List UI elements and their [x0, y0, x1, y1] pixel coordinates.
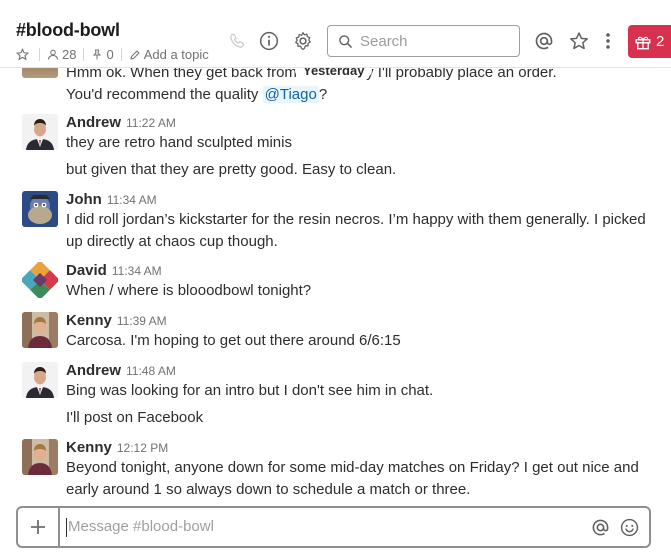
gift-button[interactable]: 2: [628, 25, 671, 58]
message-text: Bing was looking for an intro but I don'…: [66, 382, 434, 399]
message-text: Beyond tonight, anyone down for some mid…: [66, 459, 639, 476]
avatar-andrew[interactable]: [22, 114, 58, 150]
avatar-kenny[interactable]: [22, 439, 58, 475]
avatar[interactable]: [22, 68, 58, 78]
message-text: they are retro hand sculpted minis: [66, 134, 292, 151]
message-text: When / where is blooodbowl tonight?: [66, 282, 312, 299]
gift-count: 2: [656, 33, 665, 50]
avatar-kenny[interactable]: [22, 312, 58, 348]
search-placeholder: Search: [360, 32, 408, 50]
star-outline-icon[interactable]: [16, 48, 29, 61]
message-text: but given that they are pretty good. Eas…: [66, 161, 397, 178]
avatar-david[interactable]: [22, 262, 58, 298]
user-mention[interactable]: @Tiago: [262, 86, 319, 103]
pinned-count[interactable]: 0: [106, 47, 113, 62]
message-composer: Message #blood-bowl: [16, 506, 651, 548]
pin-icon: [91, 48, 103, 61]
message-text: early around 1 so always down to schedul…: [66, 481, 471, 498]
message-author[interactable]: Andrew 11:48 AM: [66, 362, 176, 379]
avatar-andrew[interactable]: [22, 362, 58, 398]
message-author[interactable]: Andrew 11:22 AM: [66, 114, 176, 131]
mention-at-icon[interactable]: [590, 517, 610, 537]
message-text: You'd recommend the quality @Tiago?: [66, 86, 328, 103]
search-icon: [338, 34, 360, 49]
message-author[interactable]: David 11:34 AM: [66, 262, 162, 279]
info-icon[interactable]: [258, 30, 280, 52]
gear-icon[interactable]: [292, 30, 314, 52]
channel-name[interactable]: #blood-bowl: [16, 20, 120, 41]
message-text: Carcosa. I'm hoping to get out there aro…: [66, 332, 401, 349]
member-icon: [47, 48, 59, 61]
more-vertical-icon[interactable]: [597, 30, 619, 52]
message-timestamp[interactable]: 12:12 PM: [117, 441, 168, 455]
gift-icon: [634, 33, 656, 51]
message-author[interactable]: Kenny 11:39 AM: [66, 312, 167, 329]
mentions-at-icon[interactable]: [533, 30, 555, 52]
day-divider[interactable]: Yesterday: [295, 68, 373, 78]
message-input[interactable]: Message #blood-bowl: [68, 518, 214, 535]
message-text: up directly at chaos cup though.: [66, 233, 278, 250]
message-timestamp[interactable]: 11:34 AM: [107, 193, 157, 207]
channel-header: #blood-bowl 28 0 Add a topic Search 2: [0, 0, 671, 68]
pencil-icon: [129, 49, 141, 61]
message-text: I'll post on Facebook: [66, 409, 204, 426]
member-count[interactable]: 28: [62, 47, 76, 62]
message-timestamp[interactable]: 11:48 AM: [126, 364, 176, 378]
message-timestamp[interactable]: 11:22 AM: [126, 116, 176, 130]
emoji-icon[interactable]: [619, 517, 639, 537]
message-list[interactable]: Hmm ok. When they get back from the holi…: [0, 68, 671, 498]
message-author[interactable]: John 11:34 AM: [66, 191, 157, 208]
message-text: I did roll jordan’s kickstarter for the …: [66, 211, 646, 228]
add-topic-link[interactable]: Add a topic: [144, 47, 209, 62]
starred-icon[interactable]: [568, 30, 590, 52]
message-author[interactable]: Kenny 12:12 PM: [66, 439, 168, 456]
plus-icon: [31, 520, 45, 534]
message-timestamp[interactable]: 11:39 AM: [117, 314, 167, 328]
message-timestamp[interactable]: 11:34 AM: [112, 264, 162, 278]
phone-icon[interactable]: [226, 30, 248, 52]
channel-meta: 28 0 Add a topic: [16, 47, 209, 62]
avatar-john[interactable]: [22, 191, 58, 227]
search-input[interactable]: Search: [327, 25, 520, 57]
text-caret: [66, 518, 67, 537]
attach-plus-button[interactable]: [18, 508, 60, 546]
